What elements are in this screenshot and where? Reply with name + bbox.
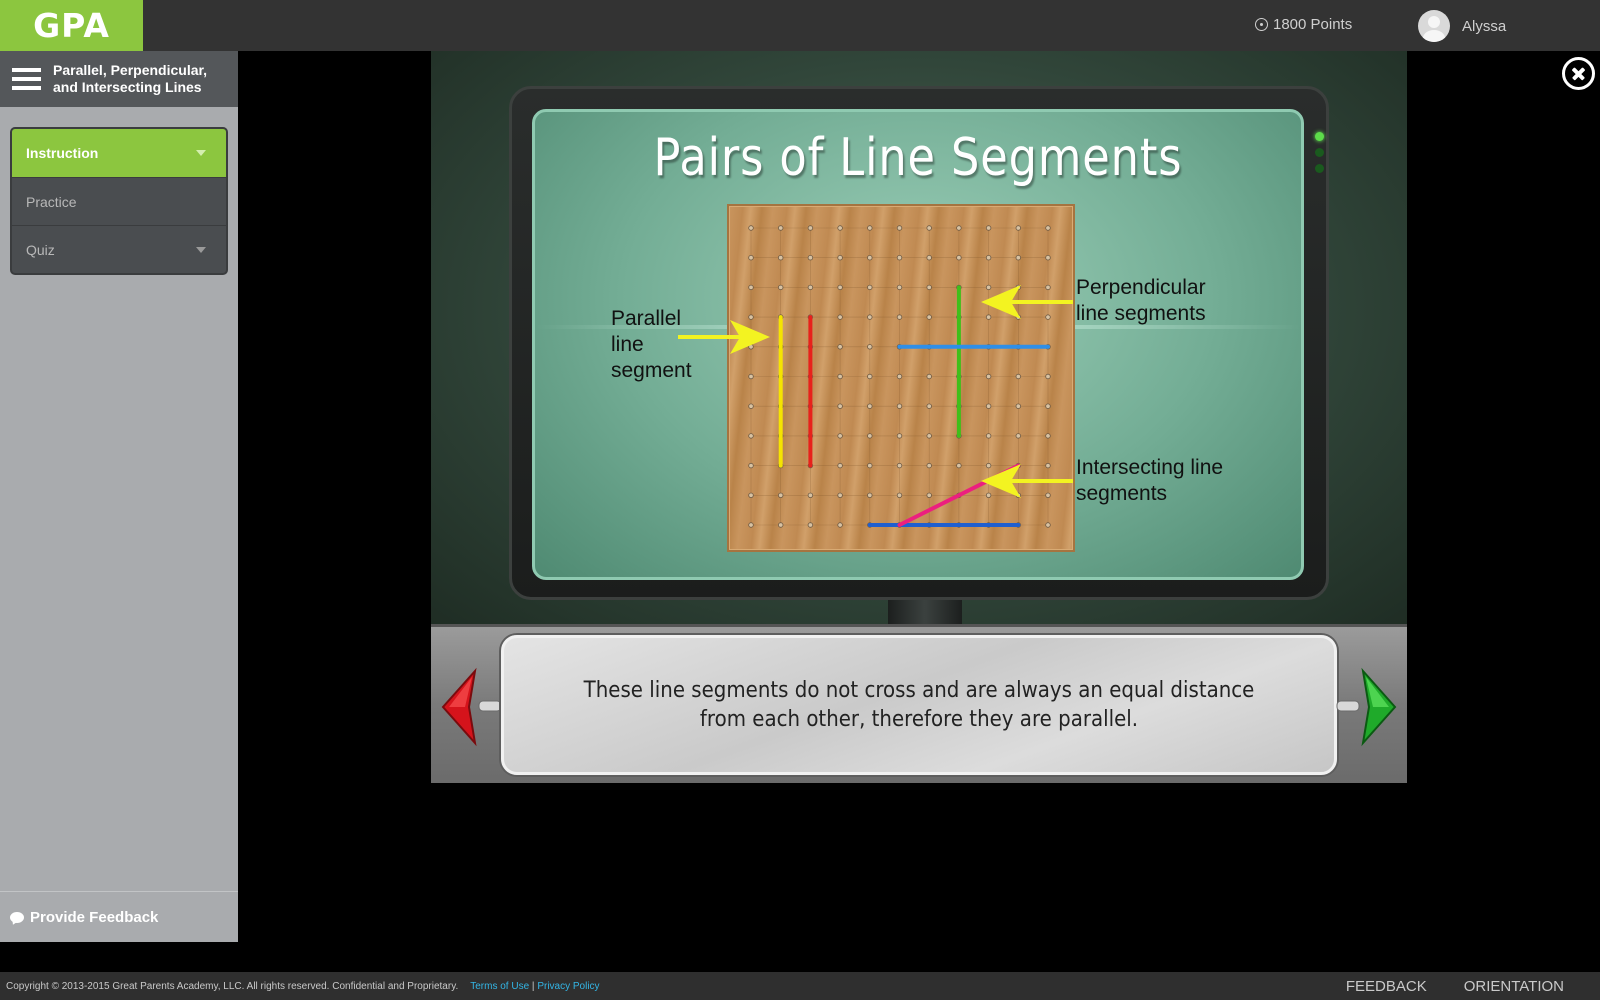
points-label: 1800 Points bbox=[1273, 16, 1353, 33]
footer-links: Terms of Use | Privacy Policy bbox=[470, 981, 599, 992]
next-arrow-icon[interactable] bbox=[1335, 667, 1399, 747]
led-indicator bbox=[1315, 132, 1324, 141]
lesson-menu: Instruction Practice Quiz bbox=[10, 127, 228, 275]
menu-item-practice[interactable]: Practice bbox=[12, 177, 226, 225]
menu-item-instruction[interactable]: Instruction bbox=[12, 129, 226, 177]
hamburger-menu-icon[interactable] bbox=[12, 68, 41, 90]
footer: Copyright © 2013-2015 Great Parents Acad… bbox=[0, 972, 1600, 1000]
led-indicator bbox=[1315, 164, 1324, 173]
intersecting-arrow-icon bbox=[981, 464, 1073, 498]
perpendicular-arrow-icon bbox=[981, 285, 1073, 319]
points-icon bbox=[1255, 18, 1268, 31]
speech-bubble-icon bbox=[10, 911, 24, 923]
menu-item-label: Quiz bbox=[26, 241, 55, 258]
chevron-down-icon bbox=[196, 150, 206, 156]
footer-actions: FEEDBACK ORIENTATION bbox=[1346, 978, 1564, 995]
close-icon[interactable] bbox=[1562, 57, 1595, 90]
previous-arrow-icon[interactable] bbox=[439, 667, 503, 747]
user-menu[interactable]: Alyssa bbox=[1418, 10, 1506, 42]
orientation-link[interactable]: ORIENTATION bbox=[1464, 978, 1564, 995]
menu-item-label: Instruction bbox=[26, 145, 99, 161]
monitor-frame: Pairs of Line Segments Parallel line seg… bbox=[509, 86, 1329, 600]
label-perpendicular: Perpendicular line segments bbox=[1076, 276, 1206, 325]
terms-link[interactable]: Terms of Use bbox=[470, 981, 529, 992]
caption-bar: These line segments do not cross and are… bbox=[431, 624, 1407, 783]
feedback-link[interactable]: FEEDBACK bbox=[1346, 978, 1427, 995]
label-intersecting: Intersecting line segments bbox=[1076, 456, 1224, 505]
caption-box: These line segments do not cross and are… bbox=[501, 635, 1337, 775]
menu-item-label: Practice bbox=[26, 193, 77, 210]
copyright-text: Copyright © 2013-2015 Great Parents Acad… bbox=[6, 980, 459, 992]
monitor-stand bbox=[888, 599, 962, 624]
sidebar: Parallel, Perpendicular, and Intersectin… bbox=[0, 51, 238, 942]
provide-feedback-button[interactable]: Provide Feedback bbox=[0, 891, 238, 942]
provide-feedback-label: Provide Feedback bbox=[30, 908, 159, 926]
lesson-stage: Pairs of Line Segments Parallel line seg… bbox=[431, 51, 1407, 624]
gpa-logo[interactable]: GPA bbox=[0, 0, 143, 51]
top-bar: GPA 1800 Points Alyssa bbox=[0, 0, 1600, 51]
points-display: 1800 Points bbox=[1255, 16, 1352, 33]
avatar-icon bbox=[1418, 10, 1450, 42]
user-name: Alyssa bbox=[1462, 17, 1507, 35]
monitor-screen: Pairs of Line Segments Parallel line seg… bbox=[532, 109, 1304, 580]
menu-item-quiz[interactable]: Quiz bbox=[12, 225, 226, 273]
label-parallel: Parallel line segment bbox=[611, 307, 692, 382]
status-leds bbox=[1315, 132, 1324, 173]
lesson-title: Parallel, Perpendicular, and Intersectin… bbox=[53, 62, 208, 95]
caption-text: These line segments do not cross and are… bbox=[583, 678, 1255, 732]
led-indicator bbox=[1315, 148, 1324, 157]
chevron-down-icon bbox=[196, 246, 206, 253]
privacy-link[interactable]: Privacy Policy bbox=[537, 981, 599, 992]
link-separator: | bbox=[531, 980, 535, 992]
sidebar-header: Parallel, Perpendicular, and Intersectin… bbox=[0, 51, 238, 107]
